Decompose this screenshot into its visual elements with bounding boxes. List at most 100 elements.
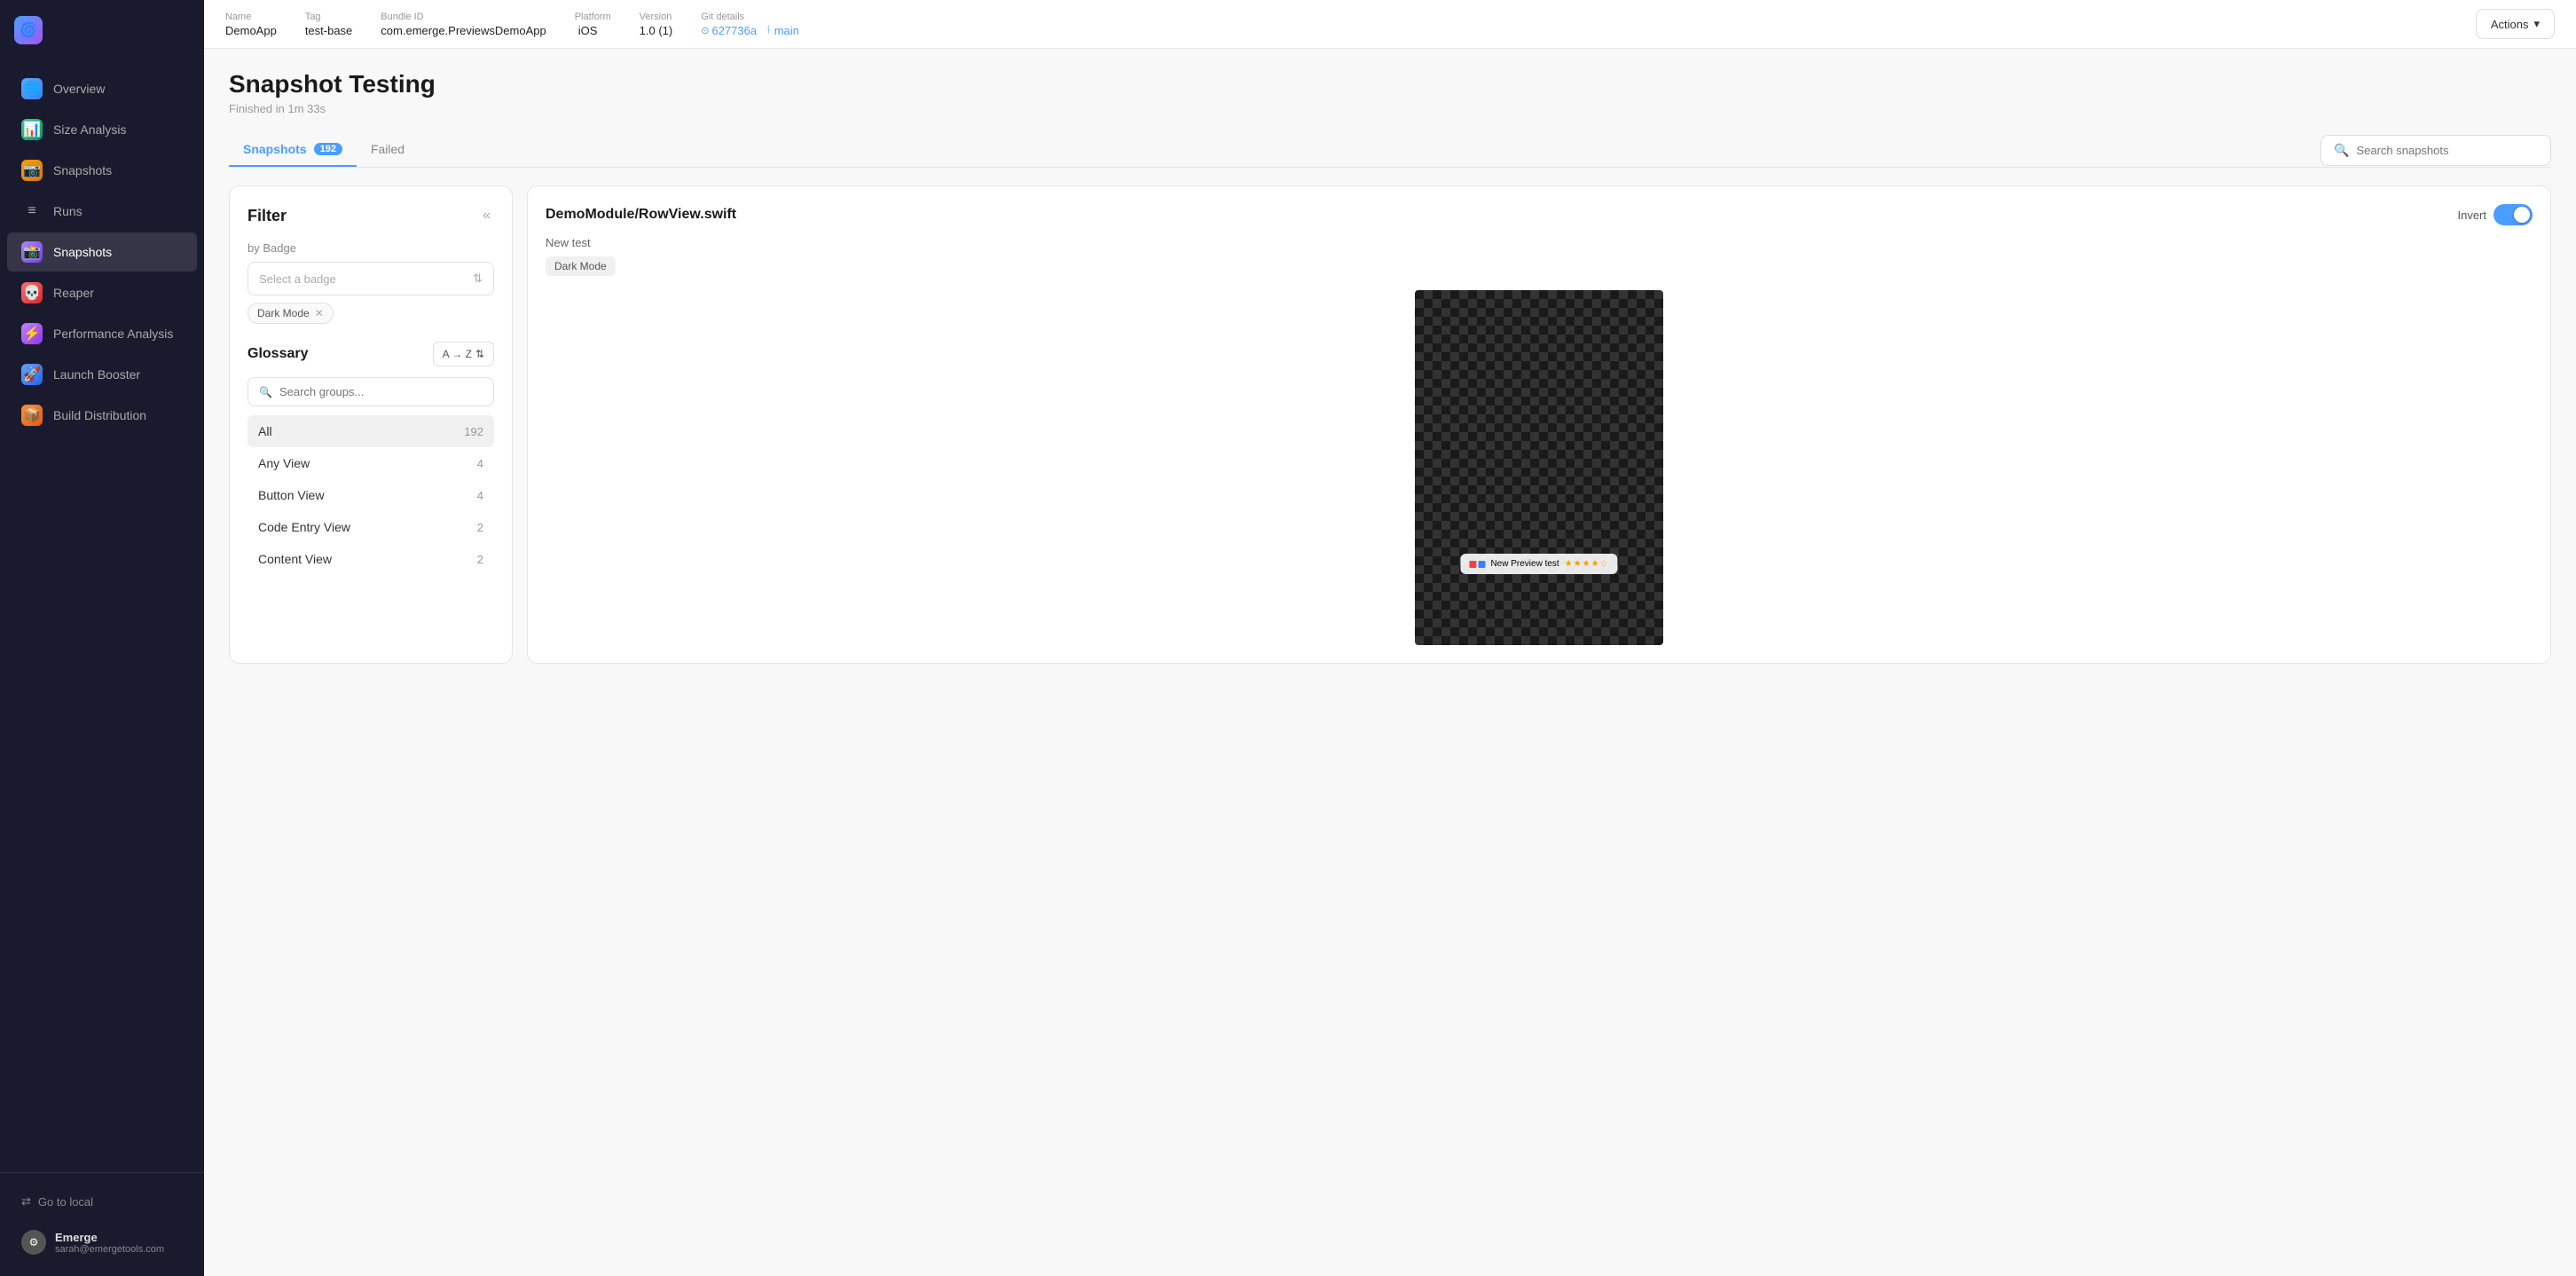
filter-title: Filter [247, 207, 287, 225]
bundle-id-label: Bundle ID [381, 12, 546, 22]
tab-snapshots[interactable]: Snapshots 192 [229, 133, 357, 167]
git-branch[interactable]: ᚾ main [766, 24, 799, 37]
sidebar-footer: ⇄ Go to local ⚙ Emerge sarah@emergetools… [0, 1172, 204, 1276]
mini-icons [1469, 561, 1485, 568]
platform-value: iOS [575, 24, 611, 37]
collapse-icon: « [483, 208, 491, 223]
topbar-meta: Name DemoApp Tag test-base Bundle ID com… [225, 12, 799, 37]
mini-icon-red [1469, 561, 1476, 568]
sidebar-item-label: Launch Booster [53, 367, 140, 382]
sidebar-item-label: Runs [53, 204, 82, 218]
group-label: Code Entry View [258, 520, 350, 534]
performance-icon: ⚡ [21, 323, 43, 344]
page-content: Snapshot Testing Finished in 1m 33s Snap… [204, 49, 2576, 1276]
preview-panel: DemoModule/RowView.swift Invert New test… [527, 185, 2551, 664]
invert-toggle-switch[interactable] [2494, 204, 2533, 225]
group-item-all[interactable]: All 192 [247, 415, 494, 447]
search-groups-input[interactable] [279, 385, 483, 398]
sidebar-item-label: Snapshots [53, 163, 112, 177]
group-item-content-view[interactable]: Content View 2 [247, 543, 494, 575]
sidebar-item-reaper[interactable]: 💀 Reaper [7, 273, 197, 312]
search-icon: 🔍 [259, 386, 272, 398]
remove-badge-button[interactable]: ✕ [315, 308, 324, 319]
preview-stars: ★★★★☆ [1565, 559, 1609, 569]
group-item-code-entry-view[interactable]: Code Entry View 2 [247, 511, 494, 543]
tabs: Snapshots 192 Failed [229, 133, 419, 167]
snapshots-nav-icon: 📷 [21, 160, 43, 181]
group-count: 192 [464, 425, 483, 438]
sidebar-logo: 🌀 [0, 0, 204, 60]
overview-icon: 🌐 [21, 78, 43, 99]
active-badges: Dark Mode ✕ [247, 303, 494, 324]
group-item-any-view[interactable]: Any View 4 [247, 447, 494, 479]
tab-failed[interactable]: Failed [357, 133, 419, 167]
search-input[interactable] [2356, 144, 2538, 157]
branch-icon: ᚾ [766, 25, 772, 35]
mini-icon-blue [1478, 561, 1485, 568]
sidebar-item-performance[interactable]: ⚡ Performance Analysis [7, 314, 197, 353]
mode-badge: Dark Mode [546, 256, 616, 276]
user-email: sarah@emergetools.com [55, 1244, 164, 1255]
glossary-title: Glossary [247, 346, 308, 362]
snapshot-image: New Preview test ★★★★☆ [1415, 290, 1663, 645]
snapshots-icon: 📸 [21, 241, 43, 263]
chevron-up-down-icon: ⇅ [473, 272, 483, 286]
goto-local-label: Go to local [38, 1195, 93, 1209]
group-count: 4 [477, 457, 483, 470]
badge-select-dropdown[interactable]: Select a badge ⇅ [247, 262, 494, 295]
goto-local-icon: ⇄ [21, 1194, 31, 1209]
avatar: ⚙ [21, 1230, 46, 1255]
group-list: All 192 Any View 4 Button View 4 Co [247, 415, 494, 575]
logo-icon: 🌀 [14, 16, 43, 44]
sidebar-item-label: Overview [53, 82, 105, 96]
platform-label: Platform [575, 12, 611, 22]
user-info: ⚙ Emerge sarah@emergetools.com [14, 1223, 190, 1262]
sidebar: 🌀 🌐 Overview 📊 Size Analysis 📷 Snapshots… [0, 0, 204, 1276]
chevron-down-icon: ▾ [2533, 17, 2540, 31]
badge-label: Dark Mode [257, 307, 310, 319]
sidebar-item-label: Reaper [53, 286, 94, 300]
sort-select[interactable]: A → Z ⇅ [433, 342, 494, 366]
name-label: Name [225, 12, 277, 22]
git-commit-icon: ⊙ [701, 25, 709, 36]
goto-local-button[interactable]: ⇄ Go to local [14, 1187, 190, 1216]
sidebar-item-label: Size Analysis [53, 122, 126, 137]
runs-icon: ≡ [21, 201, 43, 222]
sidebar-item-snapshots-nav[interactable]: 📷 Snapshots [7, 151, 197, 190]
preview-test-name: New test [546, 236, 2533, 249]
meta-git: Git details ⊙ 627736a ᚾ main [701, 12, 799, 37]
git-label: Git details [701, 12, 799, 22]
search-snapshots-box[interactable]: 🔍 [2321, 135, 2551, 166]
preview-image-area: New Preview test ★★★★☆ [546, 290, 2533, 645]
glossary-header: Glossary A → Z ⇅ [247, 342, 494, 366]
search-groups-box[interactable]: 🔍 [247, 377, 494, 406]
actions-button[interactable]: Actions ▾ [2476, 9, 2555, 39]
meta-platform: Platform iOS [575, 12, 611, 37]
invert-label: Invert [2457, 209, 2486, 222]
sidebar-item-snapshots[interactable]: 📸 Snapshots [7, 232, 197, 272]
group-label: Button View [258, 488, 324, 502]
snapshots-count-badge: 192 [314, 143, 342, 155]
collapse-filter-button[interactable]: « [479, 204, 494, 227]
chevron-up-down-icon: ⇅ [475, 348, 484, 360]
sidebar-item-launch[interactable]: 🚀 Launch Booster [7, 355, 197, 394]
reaper-icon: 💀 [21, 282, 43, 303]
git-commit[interactable]: ⊙ 627736a [701, 24, 757, 37]
meta-version: Version 1.0 (1) [640, 12, 673, 37]
sidebar-item-build[interactable]: 📦 Build Distribution [7, 396, 197, 435]
sidebar-item-size-analysis[interactable]: 📊 Size Analysis [7, 110, 197, 149]
gear-icon: ⚙ [29, 1236, 39, 1248]
preview-content-overlay: New Preview test ★★★★☆ [1460, 554, 1617, 574]
topbar: Name DemoApp Tag test-base Bundle ID com… [204, 0, 2576, 49]
badge-tag-dark-mode: Dark Mode ✕ [247, 303, 334, 324]
sidebar-item-overview[interactable]: 🌐 Overview [7, 69, 197, 108]
sidebar-item-runs[interactable]: ≡ Runs [7, 192, 197, 231]
meta-tag: Tag test-base [305, 12, 352, 37]
version-value: 1.0 (1) [640, 24, 673, 37]
group-item-button-view[interactable]: Button View 4 [247, 479, 494, 511]
filter-panel: Filter « by Badge Select a badge ⇅ Dark … [229, 185, 513, 664]
preview-filename: DemoModule/RowView.swift [546, 207, 736, 223]
size-analysis-icon: 📊 [21, 119, 43, 140]
git-values: ⊙ 627736a ᚾ main [701, 24, 799, 37]
select-placeholder: Select a badge [259, 272, 336, 286]
